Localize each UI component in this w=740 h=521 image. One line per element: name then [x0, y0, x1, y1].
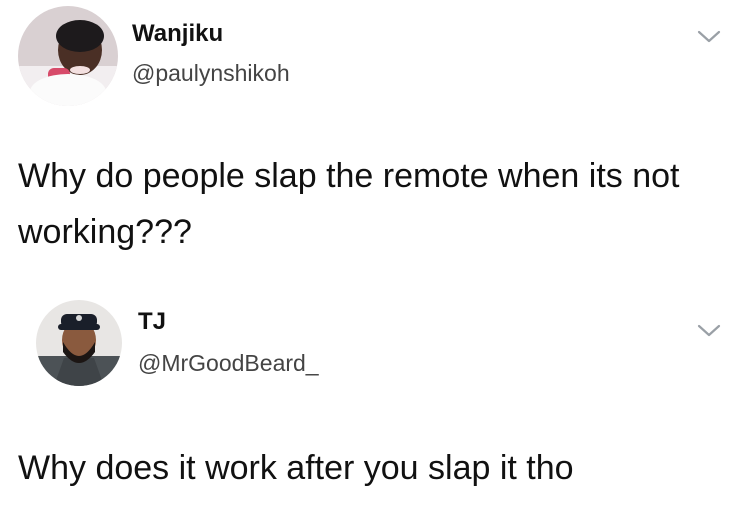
- profile-photo-icon: [18, 6, 118, 106]
- user-handle[interactable]: @paulynshikoh: [132, 60, 290, 87]
- tweet-original: Wanjiku @paulynshikoh Why do people slap…: [0, 0, 740, 290]
- display-name[interactable]: Wanjiku: [132, 20, 223, 48]
- profile-photo-icon: [36, 300, 122, 386]
- chevron-down-icon[interactable]: [696, 26, 722, 46]
- avatar[interactable]: [18, 6, 118, 106]
- chevron-down-icon[interactable]: [696, 320, 722, 340]
- tweet-text: Why does it work after you slap it tho: [18, 449, 574, 487]
- avatar[interactable]: [36, 300, 122, 386]
- tweet-reply: TJ @MrGoodBeard_ Why does it work after …: [0, 290, 740, 521]
- user-handle[interactable]: @MrGoodBeard_: [138, 350, 319, 377]
- display-name[interactable]: TJ: [138, 308, 166, 336]
- tweet-text: Why do people slap the remote when its n…: [18, 157, 680, 251]
